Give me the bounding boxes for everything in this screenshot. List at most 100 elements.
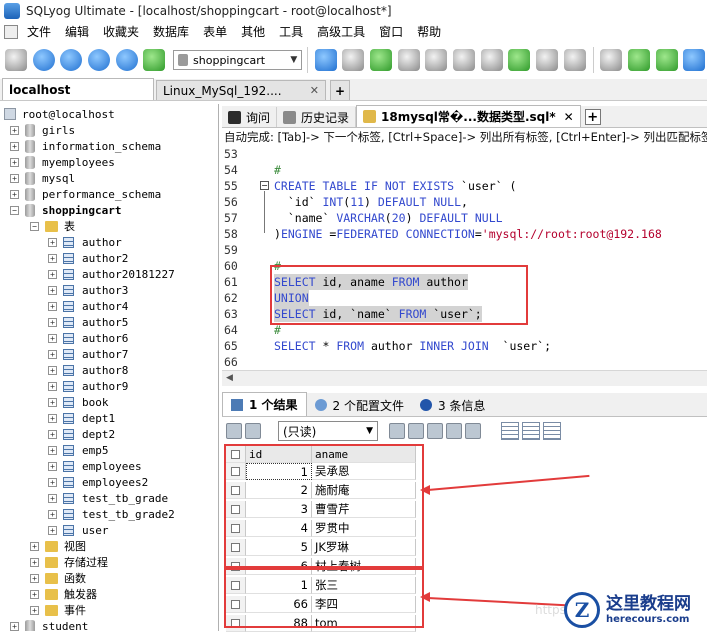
expand-icon[interactable]: + bbox=[10, 173, 19, 183]
format-icon[interactable] bbox=[141, 46, 167, 74]
tree-table-employees2[interactable]: + employees2 bbox=[48, 474, 148, 490]
table-row[interactable]: 2 施耐庵 bbox=[226, 482, 416, 499]
add-tab-button[interactable]: + bbox=[584, 109, 601, 125]
code-line[interactable]: 59 bbox=[222, 242, 707, 258]
table-row[interactable]: 3 曹雪芹 bbox=[226, 501, 416, 518]
server-icon[interactable] bbox=[681, 46, 707, 74]
expand-icon[interactable]: + bbox=[10, 157, 19, 167]
table-row[interactable]: 88 tom bbox=[226, 615, 416, 632]
menu-help[interactable]: 帮助 bbox=[410, 22, 448, 42]
stop-icon[interactable] bbox=[114, 46, 140, 74]
code-line[interactable]: 57 `name` VARCHAR(20) DEFAULT NULL bbox=[222, 210, 707, 226]
cell-id[interactable]: 5 bbox=[246, 539, 312, 556]
expand-icon[interactable]: + bbox=[48, 333, 57, 343]
tab-query[interactable]: 询问 bbox=[222, 107, 278, 127]
tab-connection-linux[interactable]: Linux_MySql_192.... ✕ bbox=[156, 80, 326, 100]
table-row[interactable]: 66 李四 bbox=[226, 596, 416, 613]
cell-id[interactable]: 88 bbox=[246, 615, 312, 632]
grid-view-icon[interactable] bbox=[501, 422, 519, 440]
expand-icon[interactable]: + bbox=[30, 605, 39, 615]
row-select-checkbox[interactable] bbox=[226, 501, 246, 518]
cell-aname[interactable]: 曹雪芹 bbox=[312, 501, 416, 518]
code-line[interactable]: 63 SELECT id, `name` FROM `user`; bbox=[222, 306, 707, 322]
cell-aname[interactable]: 村上春树 bbox=[312, 558, 416, 575]
tree-database-myemployees[interactable]: + myemployees bbox=[10, 154, 115, 170]
code-line[interactable]: 54 # bbox=[222, 162, 707, 178]
expand-icon[interactable]: + bbox=[10, 189, 19, 199]
cell-aname[interactable]: tom bbox=[312, 615, 416, 632]
code-line[interactable]: 56 `id` INT(11) DEFAULT NULL, bbox=[222, 194, 707, 210]
expand-icon[interactable]: + bbox=[48, 445, 57, 455]
schema-designer-icon[interactable] bbox=[423, 46, 449, 74]
tree-table-emp5[interactable]: + emp5 bbox=[48, 442, 109, 458]
tree-folder-3[interactable]: + 触发器 bbox=[30, 586, 97, 602]
data-sync-icon[interactable] bbox=[506, 46, 532, 74]
expand-icon[interactable]: + bbox=[30, 573, 39, 583]
tab-profiles[interactable]: 2 个配置文件 bbox=[307, 394, 412, 416]
code-line[interactable]: 55 CREATE TABLE IF NOT EXISTS `user` ( bbox=[222, 178, 707, 194]
tree-table-author8[interactable]: + author8 bbox=[48, 362, 128, 378]
expand-icon[interactable]: + bbox=[48, 365, 57, 375]
close-icon[interactable]: ✕ bbox=[304, 84, 319, 97]
tree-folder-2[interactable]: + 函数 bbox=[30, 570, 86, 586]
schema-sync-icon[interactable] bbox=[479, 46, 505, 74]
expand-icon[interactable]: + bbox=[48, 349, 57, 359]
code-line[interactable]: 58)ENGINE =FEDERATED CONNECTION='mysql:/… bbox=[222, 226, 707, 242]
tree-table-author20181227[interactable]: + author20181227 bbox=[48, 266, 175, 282]
expand-icon[interactable]: + bbox=[48, 509, 57, 519]
collapse-icon[interactable]: − bbox=[30, 221, 39, 231]
column-header-id[interactable]: id bbox=[246, 446, 312, 463]
execute-query-icon[interactable] bbox=[58, 46, 84, 74]
tab-messages[interactable]: 3 条信息 bbox=[412, 394, 493, 416]
tree-table-test_tb_grade2[interactable]: + test_tb_grade2 bbox=[48, 506, 175, 522]
tree-table-author3[interactable]: + author3 bbox=[48, 282, 128, 298]
tree-table-author5[interactable]: + author5 bbox=[48, 314, 128, 330]
expand-icon[interactable]: + bbox=[48, 429, 57, 439]
menu-file[interactable]: 文件 bbox=[20, 22, 58, 42]
backup-icon[interactable] bbox=[340, 46, 366, 74]
close-icon[interactable]: ✕ bbox=[564, 110, 574, 124]
compare-icon[interactable] bbox=[654, 46, 680, 74]
tree-table-test_tb_grade[interactable]: + test_tb_grade bbox=[48, 490, 168, 506]
menu-advanced-tools[interactable]: 高级工具 bbox=[310, 22, 372, 42]
cell-aname[interactable]: JK罗琳 bbox=[312, 539, 416, 556]
tree-table-author6[interactable]: + author6 bbox=[48, 330, 128, 346]
export-results-icon[interactable] bbox=[226, 423, 242, 439]
menu-database[interactable]: 数据库 bbox=[146, 22, 196, 42]
table-row[interactable]: 5 JK罗琳 bbox=[226, 539, 416, 556]
code-line[interactable]: 65 SELECT * FROM author INNER JOIN `user`… bbox=[222, 338, 707, 354]
save-icon[interactable] bbox=[427, 423, 443, 439]
expand-icon[interactable]: + bbox=[48, 477, 57, 487]
code-line[interactable]: 62 UNION bbox=[222, 290, 707, 306]
insert-row-icon[interactable] bbox=[389, 423, 405, 439]
row-select-checkbox[interactable] bbox=[226, 596, 246, 613]
menu-favorites[interactable]: 收藏夹 bbox=[96, 22, 146, 42]
tree-table-author7[interactable]: + author7 bbox=[48, 346, 128, 362]
row-select-checkbox[interactable] bbox=[226, 558, 246, 575]
menu-edit[interactable]: 编辑 bbox=[58, 22, 96, 42]
tree-database-mysql[interactable]: + mysql bbox=[10, 170, 75, 186]
tree-database-student[interactable]: + student bbox=[10, 618, 88, 631]
table-row[interactable]: 1 吴承恩 bbox=[226, 463, 416, 480]
row-select-checkbox[interactable] bbox=[226, 520, 246, 537]
bookmark-icon[interactable] bbox=[598, 46, 624, 74]
row-select-checkbox[interactable] bbox=[226, 539, 246, 556]
new-connection-tab-button[interactable]: + bbox=[330, 80, 351, 100]
tree-table-user[interactable]: + user bbox=[48, 522, 109, 538]
expand-icon[interactable]: + bbox=[48, 301, 57, 311]
tree-table-book[interactable]: + book bbox=[48, 394, 109, 410]
expand-icon[interactable]: + bbox=[10, 621, 19, 631]
tree-folder-1[interactable]: + 存储过程 bbox=[30, 554, 108, 570]
result-mode-select[interactable]: (只读) ▼ bbox=[278, 421, 378, 441]
tree-root-connection[interactable]: root@localhost bbox=[4, 106, 115, 122]
expand-icon[interactable]: + bbox=[30, 557, 39, 567]
expand-icon[interactable]: + bbox=[48, 237, 57, 247]
tab-results[interactable]: 1 个结果 bbox=[222, 392, 307, 416]
execute-all-icon[interactable] bbox=[86, 46, 112, 74]
tab-history[interactable]: 历史记录 bbox=[277, 107, 357, 127]
code-line[interactable]: 53 bbox=[222, 146, 707, 162]
expand-icon[interactable]: + bbox=[30, 541, 39, 551]
menu-other[interactable]: 其他 bbox=[234, 22, 272, 42]
expand-icon[interactable]: + bbox=[48, 285, 57, 295]
window-menu-icon[interactable] bbox=[4, 25, 18, 39]
